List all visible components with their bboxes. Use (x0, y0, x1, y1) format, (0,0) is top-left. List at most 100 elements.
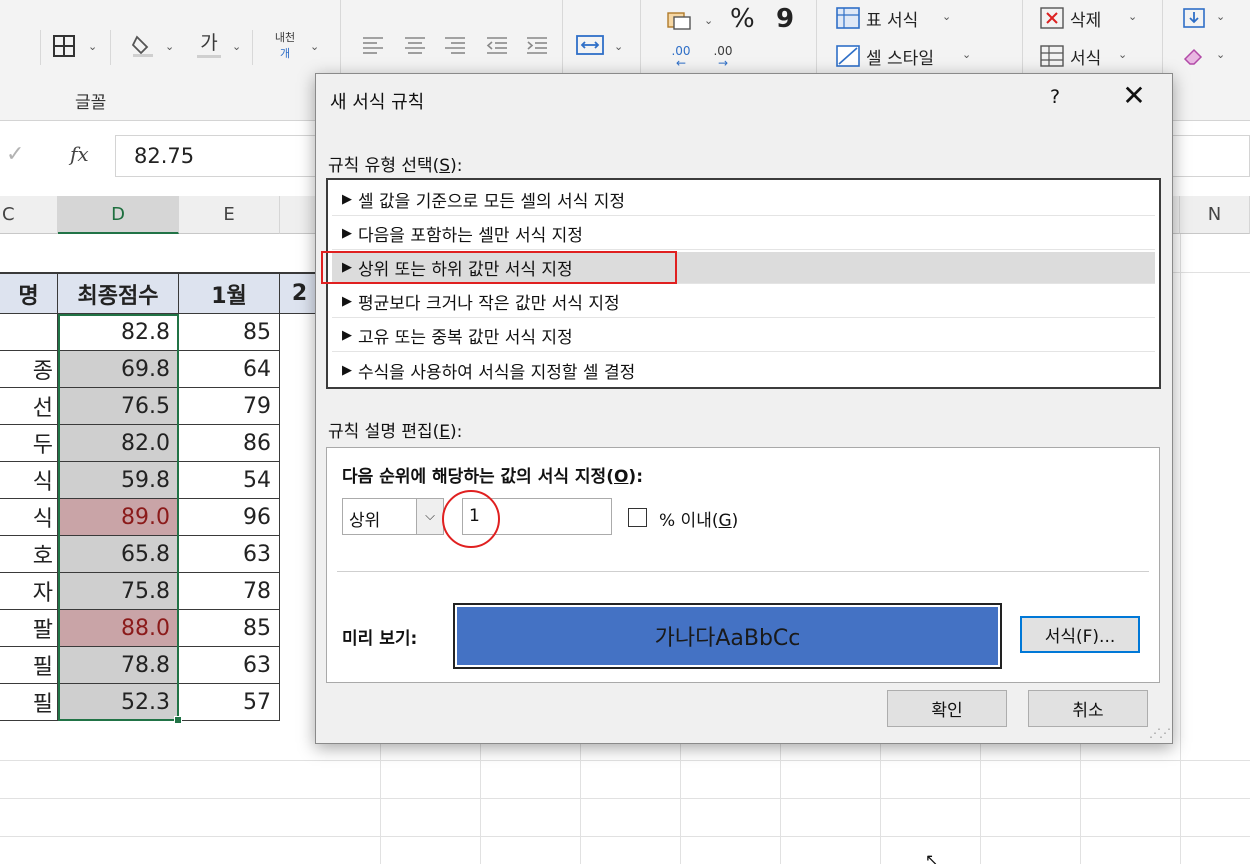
clear-dropdown-icon[interactable]: ⌄ (1216, 48, 1225, 61)
cancel-button[interactable]: 취소 (1028, 690, 1148, 727)
font-color-icon[interactable]: 가 (192, 26, 226, 60)
insert-function-icon[interactable]: fx (70, 142, 89, 166)
rule-type-item-label: 평균보다 크거나 작은 값만 서식 지정 (358, 294, 620, 314)
cell-final-score[interactable]: 78.8 (58, 647, 179, 684)
wrap-text-glyph-top: 내천 (274, 31, 296, 44)
cell-final-score[interactable]: 89.0 (58, 499, 179, 536)
cell-jan[interactable]: 64 (179, 351, 280, 388)
cell-final-score[interactable]: 88.0 (58, 610, 179, 647)
cell-jan[interactable]: 54 (179, 462, 280, 499)
format-button[interactable]: 서식(F)... (1020, 616, 1140, 653)
rank-count-input[interactable]: 1 (462, 498, 612, 535)
rule-type-item-label: 고유 또는 중복 값만 서식 지정 (358, 328, 573, 348)
cell-final-score[interactable]: 76.5 (58, 388, 179, 425)
enter-check-icon[interactable]: ✓ (6, 142, 24, 167)
delete-dropdown-icon[interactable]: ⌄ (1128, 10, 1137, 23)
table-format-button[interactable]: 표 서식 (866, 6, 918, 31)
help-button[interactable]: ? (1050, 86, 1060, 108)
decrease-indent-icon[interactable] (484, 32, 510, 58)
column-header-d[interactable]: D (58, 196, 179, 234)
chevron-down-icon[interactable]: ⌵ (416, 499, 443, 534)
wrap-text-icon[interactable]: 내천 개 (268, 26, 302, 64)
cell-jan[interactable]: 85 (179, 610, 280, 647)
table-header-jan[interactable]: 1월 (179, 272, 280, 314)
clear-icon[interactable] (1180, 42, 1208, 70)
column-header-n[interactable]: N (1180, 196, 1250, 234)
table-header-name[interactable]: 명 (0, 272, 58, 314)
decrease-decimal-icon[interactable]: .00 → (706, 42, 740, 72)
column-header-c[interactable]: C (0, 196, 58, 234)
column-header-e[interactable]: E (179, 196, 280, 234)
borders-dropdown-icon[interactable]: ⌄ (88, 40, 97, 53)
cell-jan[interactable]: 96 (179, 499, 280, 536)
increase-indent-icon[interactable] (524, 32, 550, 58)
table-header-final-score[interactable]: 최종점수 (58, 272, 179, 314)
rule-type-item[interactable]: ▶ 수식을 사용하여 서식을 지정할 셀 결정 (332, 354, 1155, 386)
cell-name[interactable]: 식 (0, 499, 58, 536)
cell-name[interactable]: 식 (0, 462, 58, 499)
align-left-icon[interactable] (360, 32, 386, 58)
percent-checkbox[interactable] (628, 508, 647, 527)
close-icon[interactable]: ✕ (1116, 79, 1152, 115)
number-format-icon[interactable] (664, 6, 696, 34)
align-right-icon[interactable] (442, 32, 468, 58)
cell-name[interactable]: 필 (0, 684, 58, 721)
format-icon[interactable] (1038, 42, 1066, 70)
comma-style-button[interactable]: 9 (776, 4, 794, 34)
fill-handle[interactable] (174, 716, 182, 724)
cell-jan[interactable]: 79 (179, 388, 280, 425)
fill-down-icon[interactable] (1180, 4, 1208, 32)
table-format-dropdown-icon[interactable]: ⌄ (942, 10, 951, 23)
cell-final-score[interactable]: 69.8 (58, 351, 179, 388)
borders-icon[interactable] (50, 32, 78, 60)
font-color-dropdown-icon[interactable]: ⌄ (232, 40, 241, 53)
cell-final-score[interactable]: 75.8 (58, 573, 179, 610)
cell-name[interactable]: 호 (0, 536, 58, 573)
cell-jan[interactable]: 78 (179, 573, 280, 610)
cell-final-score[interactable]: 82.0 (58, 425, 179, 462)
rule-type-item[interactable]: ▶ 다음을 포함하는 셀만 서식 지정 (332, 218, 1155, 250)
cell-name[interactable]: 필 (0, 647, 58, 684)
format-dropdown-icon[interactable]: ⌄ (1118, 48, 1127, 61)
fill-color-icon[interactable] (128, 30, 158, 60)
cell-style-icon[interactable] (834, 42, 862, 70)
merge-icon[interactable] (574, 30, 606, 60)
fill-color-dropdown-icon[interactable]: ⌄ (165, 40, 174, 53)
cell-final-score[interactable]: 65.8 (58, 536, 179, 573)
fill-down-dropdown-icon[interactable]: ⌄ (1216, 10, 1225, 23)
table-header-next[interactable]: 2 (280, 272, 320, 314)
resize-grip-icon[interactable]: ⋰⋰ (1149, 726, 1171, 740)
cell-final-score[interactable]: 59.8 (58, 462, 179, 499)
cell-name[interactable]: 자 (0, 573, 58, 610)
cell-style-dropdown-icon[interactable]: ⌄ (962, 48, 971, 61)
cell-jan[interactable]: 86 (179, 425, 280, 462)
cell-name[interactable]: 두 (0, 425, 58, 462)
align-center-icon[interactable] (402, 32, 428, 58)
ok-button[interactable]: 확인 (887, 690, 1007, 727)
table-format-icon[interactable] (834, 4, 862, 32)
cell-jan[interactable]: 63 (179, 647, 280, 684)
percent-style-button[interactable]: % (730, 4, 755, 34)
cell-name[interactable]: 종 (0, 351, 58, 388)
top-bottom-select[interactable]: 상위 ⌵ (342, 498, 444, 535)
cell-final-score[interactable]: 52.3 (58, 684, 179, 721)
delete-button[interactable]: 삭제 (1070, 6, 1101, 31)
cell-name[interactable]: 팔 (0, 610, 58, 647)
wrap-text-dropdown-icon[interactable]: ⌄ (310, 40, 319, 53)
format-button[interactable]: 서식 (1070, 44, 1101, 69)
delete-icon[interactable] (1038, 4, 1066, 32)
cell-jan[interactable]: 57 (179, 684, 280, 721)
cell-name[interactable] (0, 314, 58, 351)
cell-jan[interactable]: 63 (179, 536, 280, 573)
rule-type-item[interactable]: ▶ 고유 또는 중복 값만 서식 지정 (332, 320, 1155, 352)
number-format-dropdown-icon[interactable]: ⌄ (704, 14, 713, 27)
rule-type-item-selected[interactable]: ▶ 상위 또는 하위 값만 서식 지정 (332, 252, 1155, 284)
cell-style-button[interactable]: 셀 스타일 (866, 44, 934, 69)
cell-name[interactable]: 선 (0, 388, 58, 425)
merge-dropdown-icon[interactable]: ⌄ (614, 40, 623, 53)
rule-type-item[interactable]: ▶ 셀 값을 기준으로 모든 셀의 서식 지정 (332, 184, 1155, 216)
cell-jan[interactable]: 85 (179, 314, 280, 351)
increase-decimal-icon[interactable]: .00 ← (664, 42, 698, 72)
rule-type-item[interactable]: ▶ 평균보다 크거나 작은 값만 서식 지정 (332, 286, 1155, 318)
cell-final-score[interactable]: 82.8 (58, 314, 179, 351)
